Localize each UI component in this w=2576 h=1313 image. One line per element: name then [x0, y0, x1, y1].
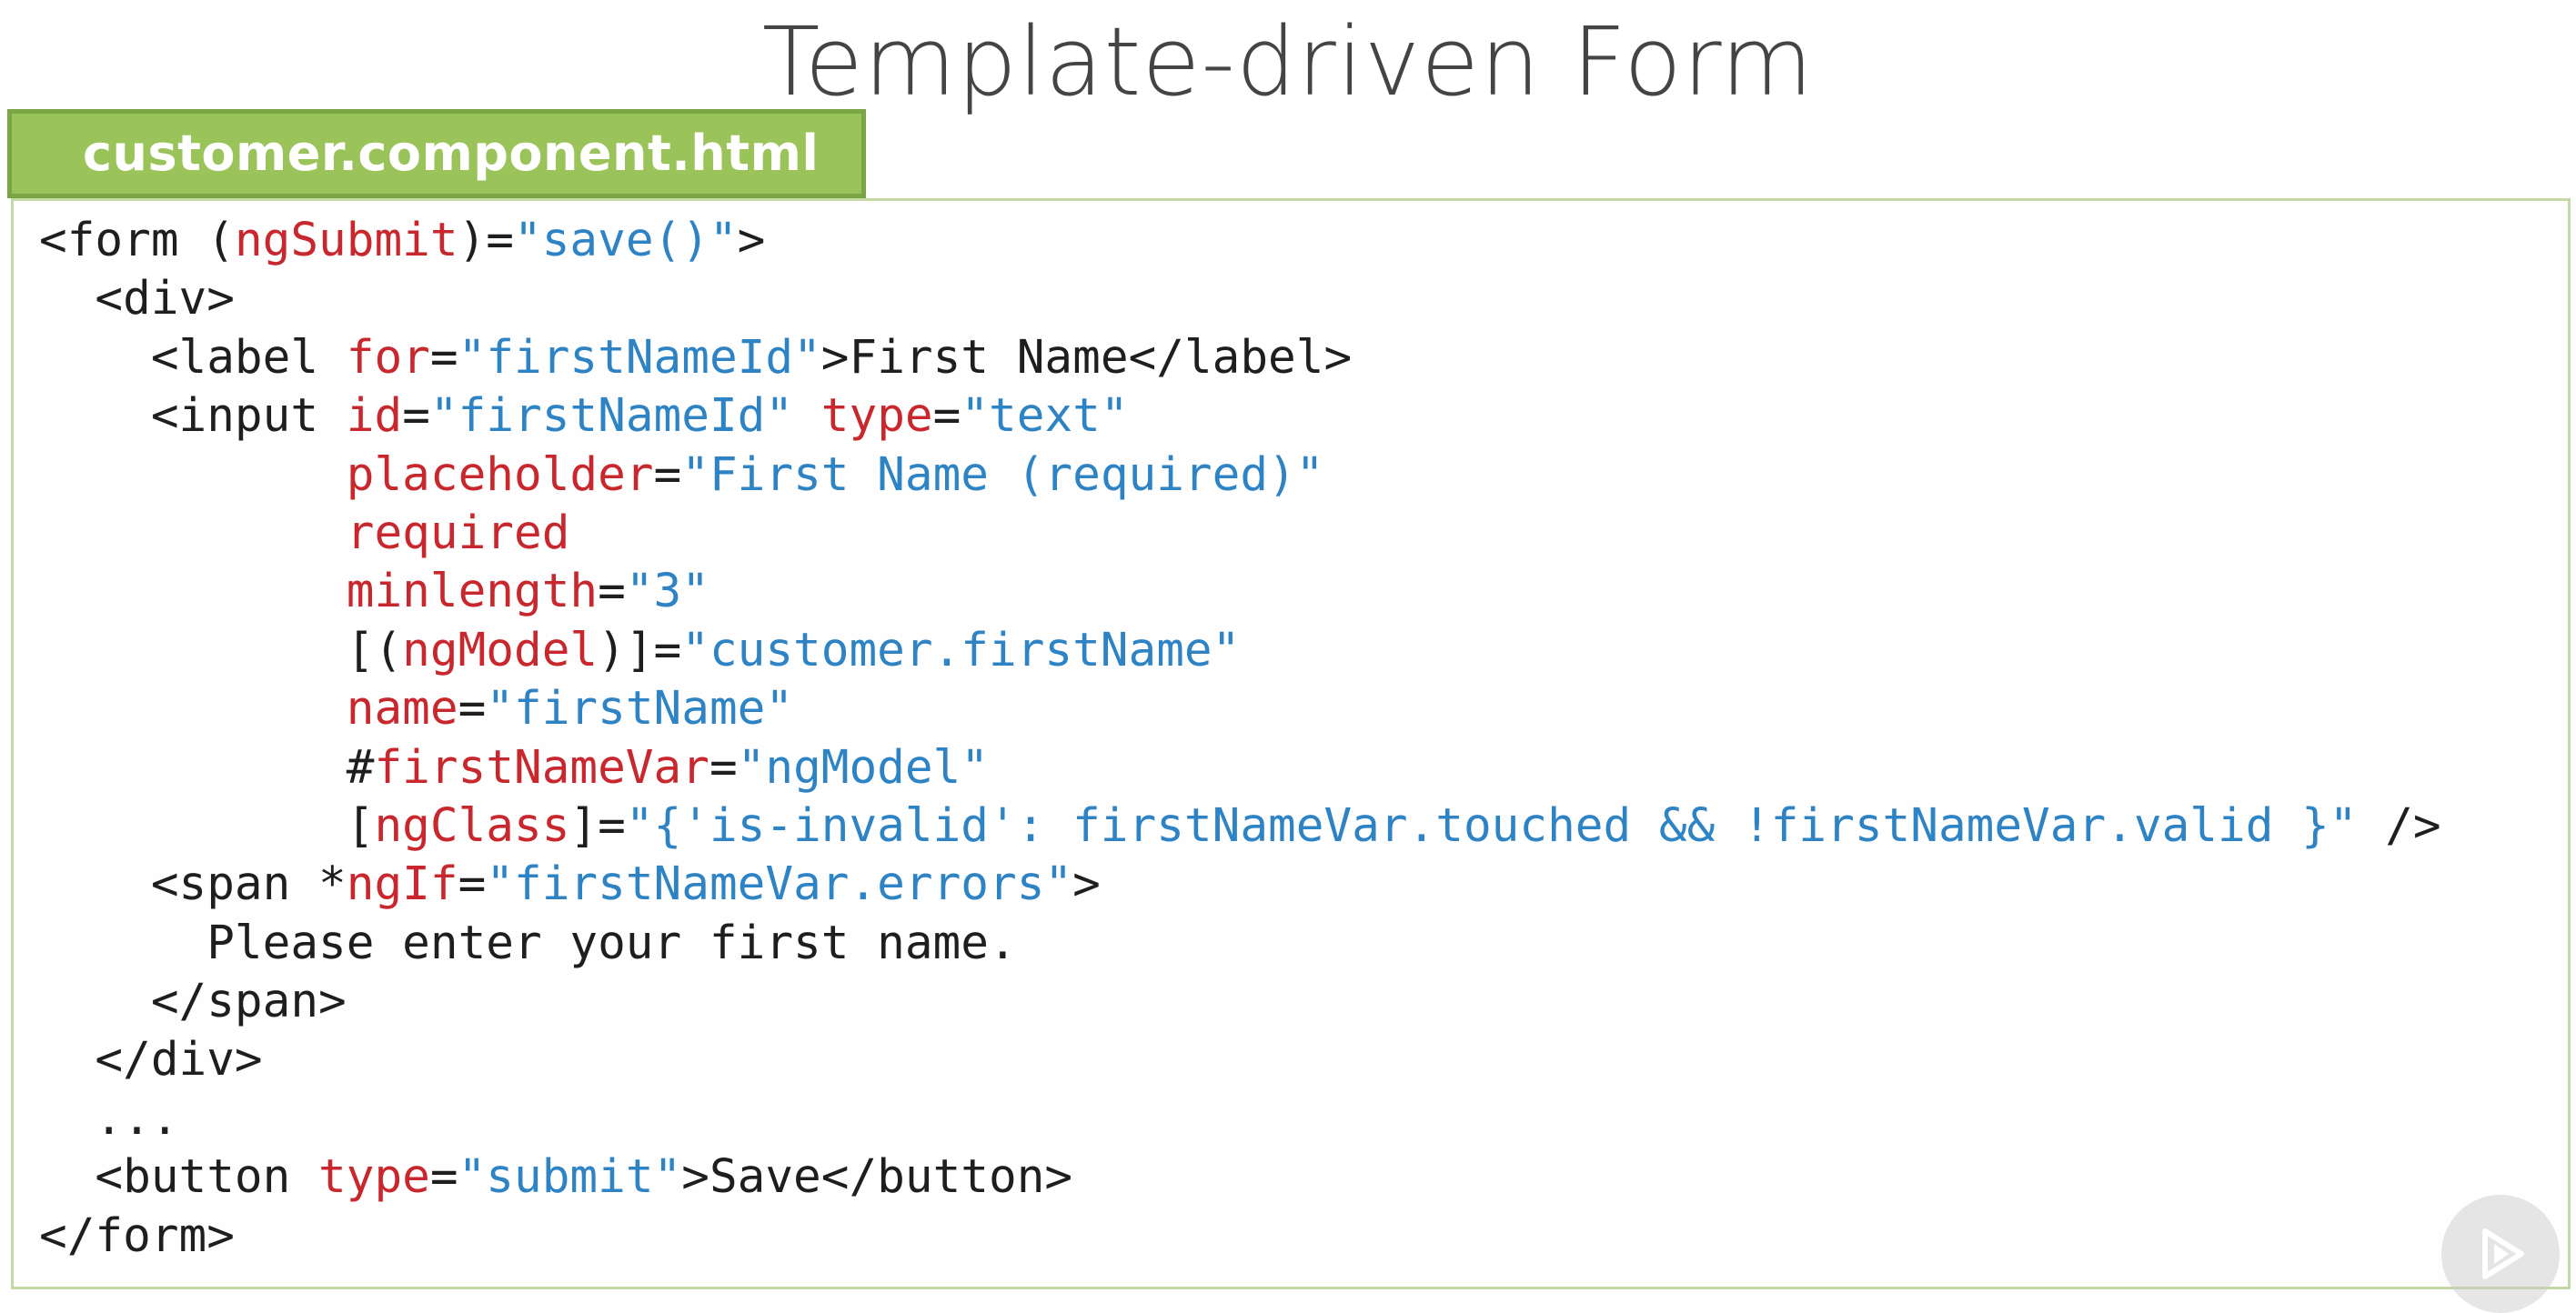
code-attribute: ngModel — [402, 623, 599, 677]
code-attribute: minlength — [346, 565, 599, 619]
code-line: minlength="3" — [39, 563, 2441, 621]
code-line: [ngClass]="{'is-invalid': firstNameVar.t… — [39, 797, 2441, 856]
code-text: = — [458, 857, 487, 912]
code-text: = — [429, 330, 458, 385]
code-line: [(ngModel)]="customer.firstName" — [39, 622, 2441, 680]
code-line: <button type="submit">Save</button> — [39, 1148, 2441, 1207]
code-text: >First Name</label> — [820, 330, 1353, 385]
code-attribute: ngSubmit — [234, 214, 458, 267]
filename-tab: customer.component.html — [7, 109, 866, 198]
code-attribute: ngIf — [346, 857, 458, 912]
code-text: ]= — [569, 798, 626, 853]
code-attribute: for — [346, 330, 430, 385]
code-text: [ — [39, 798, 375, 853]
code-text: >Save</button> — [681, 1150, 1073, 1205]
code-string: "save()" — [514, 214, 738, 267]
code-line: placeholder="First Name (required)" — [39, 446, 2441, 505]
code-attribute: type — [820, 389, 933, 444]
code-line: </div> — [39, 1031, 2441, 1089]
code-text: = — [653, 447, 682, 502]
code-attribute: name — [346, 682, 458, 737]
code-text: <form ( — [39, 214, 235, 267]
code-attribute: firstNameVar — [374, 740, 709, 795]
code-line: name="firstName" — [39, 680, 2441, 738]
code-text: = — [709, 740, 738, 795]
code-text: Please enter your first name. — [39, 916, 1017, 970]
code-text: <span * — [39, 857, 347, 912]
code-text: </form> — [39, 1208, 235, 1263]
code-line: </span> — [39, 973, 2441, 1031]
code-text: ... — [39, 1091, 179, 1146]
code-text: <button — [39, 1150, 319, 1205]
play-icon — [2441, 1195, 2560, 1313]
code-text: = — [458, 682, 487, 737]
code-text: )]= — [598, 623, 682, 677]
code-string: "3" — [625, 565, 709, 619]
code-text: > — [1072, 857, 1101, 912]
code-text: = — [932, 389, 961, 444]
code-string: "firstNameId" — [458, 330, 821, 385]
slide-title: Template-driven Form — [761, 6, 1815, 117]
code-text: # — [39, 740, 375, 795]
code-block: <form (ngSubmit)="save()"> <div> <label … — [39, 212, 2441, 1266]
code-panel: <form (ngSubmit)="save()"> <div> <label … — [11, 198, 2571, 1289]
code-text: <label — [39, 330, 347, 385]
code-text: </div> — [39, 1033, 263, 1087]
code-line: Please enter your first name. — [39, 915, 2441, 973]
code-line: <div> — [39, 270, 2441, 328]
code-string: "text" — [961, 389, 1129, 444]
code-text: = — [402, 389, 430, 444]
code-text: <div> — [39, 272, 235, 326]
code-attribute: type — [318, 1150, 430, 1205]
code-text: )= — [458, 214, 514, 267]
code-string: "{'is-invalid': firstNameVar.touched && … — [625, 798, 2358, 853]
code-string: "customer.firstName" — [681, 623, 1241, 677]
code-line: required — [39, 505, 2441, 563]
play-icon-glyph — [2482, 1228, 2524, 1279]
code-text: </span> — [39, 975, 347, 1029]
code-attribute: ngClass — [374, 798, 570, 853]
code-string: "submit" — [458, 1150, 682, 1205]
code-text: = — [429, 1150, 458, 1205]
code-line: </form> — [39, 1208, 2441, 1266]
code-attribute: required — [346, 506, 570, 560]
code-string: "First Name (required)" — [681, 447, 1324, 502]
code-line: <label for="firstNameId">First Name</lab… — [39, 329, 2441, 387]
code-string: "ngModel" — [737, 740, 989, 795]
code-line: <input id="firstNameId" type="text" — [39, 387, 2441, 446]
code-text: /> — [2357, 798, 2441, 853]
code-string: "firstNameId" — [429, 389, 794, 444]
code-text: = — [598, 565, 626, 619]
code-attribute: id — [346, 389, 403, 444]
code-string: "firstName" — [486, 682, 794, 737]
code-string: "firstNameVar.errors" — [486, 857, 1073, 912]
code-text: > — [737, 214, 766, 267]
code-line: #firstNameVar="ngModel" — [39, 739, 2441, 797]
code-line: <form (ngSubmit)="save()"> — [39, 212, 2441, 270]
code-line: ... — [39, 1090, 2441, 1148]
code-text: <input — [39, 389, 347, 444]
code-line: <span *ngIf="firstNameVar.errors"> — [39, 856, 2441, 914]
code-text: [( — [39, 623, 403, 677]
code-attribute: placeholder — [346, 447, 654, 502]
